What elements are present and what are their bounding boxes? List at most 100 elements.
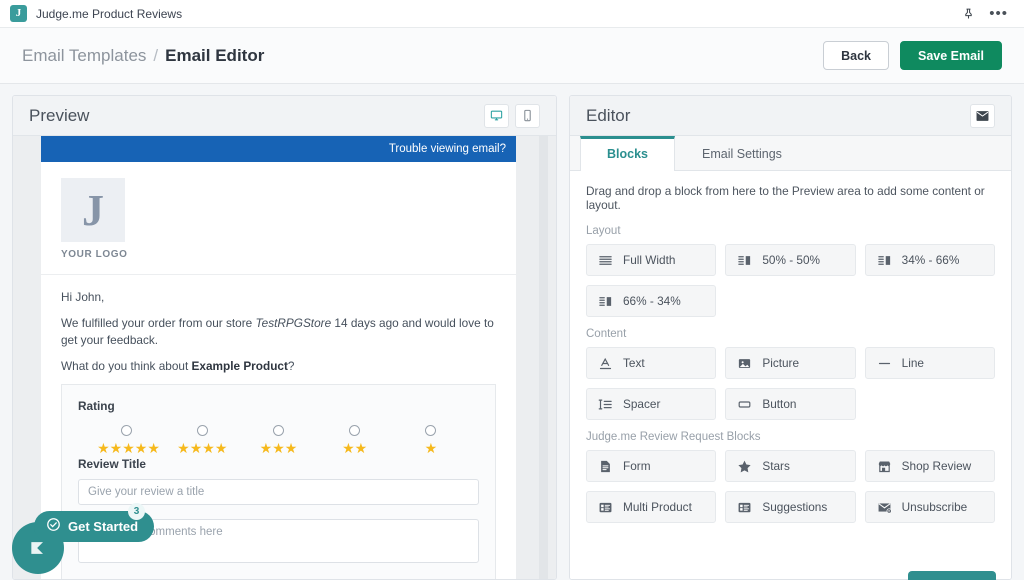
rating-option-3[interactable]: ★★★ bbox=[243, 425, 313, 455]
block-label: Spacer bbox=[623, 397, 661, 411]
envelope-icon[interactable] bbox=[970, 103, 995, 128]
desktop-icon[interactable] bbox=[484, 103, 509, 128]
preview-scrollbar[interactable] bbox=[539, 136, 548, 579]
editor-header-actions bbox=[970, 103, 995, 128]
block-label: Picture bbox=[762, 356, 800, 370]
suggestions-icon bbox=[737, 500, 752, 515]
product-name: Example Product bbox=[191, 359, 288, 374]
block-66-34[interactable]: 66% - 34% bbox=[586, 285, 717, 317]
editor-panel-header: Editor bbox=[570, 96, 1011, 136]
rating-option-5[interactable]: ★★★★★ bbox=[91, 425, 161, 455]
star-icon: ★ bbox=[259, 440, 273, 457]
rating-radio[interactable] bbox=[120, 425, 132, 437]
block-line[interactable]: Line bbox=[864, 347, 995, 379]
block-suggestions[interactable]: Suggestions bbox=[725, 491, 856, 523]
section-label-1: Content bbox=[586, 328, 627, 340]
email-paragraph-product: What do you think about Example Product? bbox=[61, 358, 496, 375]
block-label: Line bbox=[901, 356, 924, 370]
page-header: Email Templates / Email Editor Back Save… bbox=[0, 28, 1024, 84]
rating-option-2[interactable]: ★★ bbox=[320, 425, 390, 455]
email-logo-block[interactable]: J YOUR LOGO bbox=[41, 162, 516, 275]
block-50-50[interactable]: 50% - 50% bbox=[725, 244, 856, 276]
block-label: Suggestions bbox=[762, 500, 828, 514]
block-text[interactable]: Text bbox=[586, 347, 717, 379]
breadcrumb-parent[interactable]: Email Templates bbox=[22, 46, 146, 66]
split-50-50-icon bbox=[737, 253, 752, 268]
breadcrumb-separator: / bbox=[153, 45, 159, 65]
get-started-badge: 3 bbox=[128, 503, 145, 520]
section-label-2: Judge.me Review Request Blocks bbox=[586, 431, 761, 443]
star-icon: ★ bbox=[342, 440, 355, 457]
shop-icon bbox=[877, 459, 892, 474]
app-bar-actions: ••• bbox=[962, 6, 1014, 21]
back-button[interactable]: Back bbox=[823, 41, 889, 70]
star-icon bbox=[737, 459, 752, 474]
block-unsubscribe[interactable]: Unsubscribe bbox=[864, 491, 995, 523]
save-email-button[interactable]: Save Email bbox=[899, 41, 1002, 70]
get-started-label: Get Started bbox=[68, 519, 139, 534]
block-sections: Layout Full Width 50% - 50% 34% - 66% 66% - … bbox=[586, 225, 995, 523]
workspace: Preview Trouble viewing email? J YOUR LO… bbox=[0, 84, 1024, 580]
review-title-label: Review Title bbox=[78, 457, 146, 472]
logo-caption: YOUR LOGO bbox=[61, 249, 128, 260]
block-label: Shop Review bbox=[901, 459, 972, 473]
block-label: Multi Product bbox=[623, 500, 692, 514]
store-name: TestRPGStore bbox=[255, 316, 332, 331]
block-label: 50% - 50% bbox=[762, 253, 821, 267]
rating-radio[interactable] bbox=[272, 425, 284, 437]
rating-radio[interactable] bbox=[349, 425, 361, 437]
editor-title: Editor bbox=[586, 105, 631, 125]
mobile-icon[interactable] bbox=[515, 103, 540, 128]
block-34-66[interactable]: 34% - 66% bbox=[864, 244, 995, 276]
button-icon bbox=[737, 397, 752, 412]
more-icon[interactable]: ••• bbox=[989, 6, 1008, 21]
email-greeting: Hi John, bbox=[61, 290, 105, 304]
star-icon: ★ bbox=[134, 440, 148, 457]
block-button[interactable]: Button bbox=[725, 388, 856, 420]
rating-option-1[interactable]: ★ bbox=[396, 425, 466, 455]
rating-stars: ★★ bbox=[326, 440, 384, 457]
rating-option-4[interactable]: ★★★★ bbox=[167, 425, 237, 455]
pin-icon[interactable] bbox=[962, 7, 975, 20]
star-icon: ★ bbox=[202, 440, 215, 457]
email-top-bar: Trouble viewing email? bbox=[41, 136, 516, 162]
block-stars[interactable]: Stars bbox=[725, 450, 856, 482]
text-icon bbox=[598, 356, 613, 371]
review-title-input[interactable]: Give your review a title bbox=[78, 479, 479, 506]
preview-panel: Preview Trouble viewing email? J YOUR LO… bbox=[12, 95, 557, 580]
product-text-b: ? bbox=[287, 359, 295, 374]
editor-hint: Drag and drop a block from here to the P… bbox=[586, 184, 985, 212]
block-shop-review[interactable]: Shop Review bbox=[864, 450, 995, 482]
block-label: Form bbox=[623, 459, 651, 473]
block-full-width[interactable]: Full Width bbox=[586, 244, 717, 276]
rating-radio[interactable] bbox=[425, 425, 437, 437]
bottom-accent-bar bbox=[908, 571, 996, 580]
rating-options[interactable]: ★★★★★ ★★★★ ★★★ ★★ ★ bbox=[78, 421, 479, 457]
block-label: Button bbox=[762, 397, 797, 411]
multi-product-icon bbox=[598, 500, 613, 515]
star-icon: ★ bbox=[354, 440, 368, 457]
tab-email-settings[interactable]: Email Settings bbox=[675, 136, 809, 170]
rating-radio[interactable] bbox=[196, 425, 208, 437]
block-picture[interactable]: Picture bbox=[725, 347, 856, 379]
trouble-viewing-link[interactable]: Trouble viewing email? bbox=[389, 143, 506, 155]
block-label: 66% - 34% bbox=[623, 294, 681, 308]
unsubscribe-icon bbox=[877, 500, 892, 515]
rating-label: Rating bbox=[78, 399, 115, 414]
block-label: Unsubscribe bbox=[901, 500, 968, 514]
order-text-a: We fulfilled your order from our store bbox=[61, 316, 256, 331]
preview-panel-header: Preview bbox=[13, 96, 556, 136]
review-form-block[interactable]: Rating ★★★★★ ★★★★ ★★★ ★★ ★ Review Title Give… bbox=[61, 384, 496, 579]
form-icon bbox=[598, 459, 613, 474]
block-multi-product[interactable]: Multi Product bbox=[586, 491, 717, 523]
section-label-0: Layout bbox=[586, 225, 621, 237]
app-bar: J Judge.me Product Reviews ••• bbox=[0, 0, 1024, 28]
tab-blocks[interactable]: Blocks bbox=[580, 136, 675, 171]
star-icon: ★ bbox=[189, 440, 203, 457]
page-title: Email Editor bbox=[165, 45, 265, 65]
block-label: Full Width bbox=[623, 253, 676, 267]
editor-tabs[interactable]: Blocks Email Settings bbox=[570, 136, 1011, 171]
block-spacer[interactable]: Spacer bbox=[586, 388, 717, 420]
star-icon: ★ bbox=[109, 440, 123, 457]
block-form[interactable]: Form bbox=[586, 450, 717, 482]
